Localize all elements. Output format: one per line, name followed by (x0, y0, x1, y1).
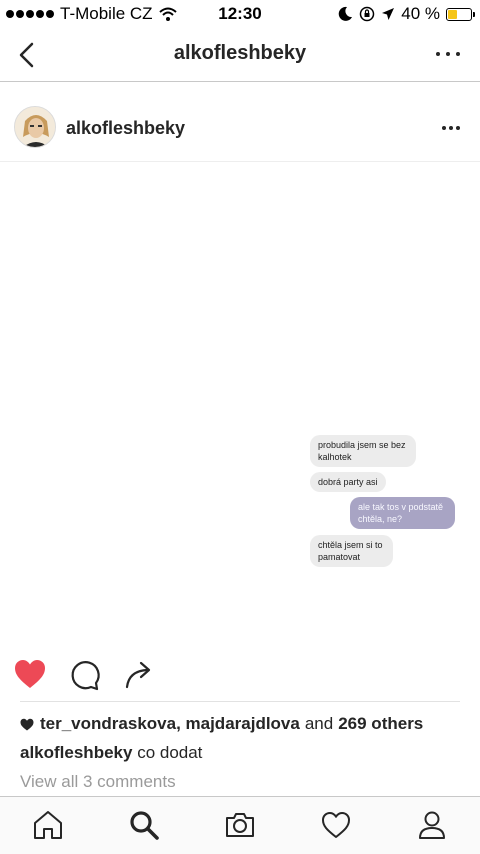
liked-by-names[interactable]: ter_vondraskova, majdarajdlova (40, 714, 300, 734)
status-left: T-Mobile CZ (6, 4, 177, 24)
comment-icon[interactable] (66, 656, 102, 692)
tab-bar (0, 796, 480, 854)
view-comments-link[interactable]: View all 3 comments (20, 772, 176, 792)
signal-icon (6, 10, 54, 18)
chat-bubble-incoming: chtěla jsem si to pamatovat (310, 535, 393, 567)
back-icon[interactable] (14, 40, 42, 70)
chat-bubble-incoming: dobrá party asi (310, 472, 386, 492)
more-icon[interactable] (436, 42, 460, 66)
battery-percent: 40 % (401, 4, 440, 23)
caption-text: co dodat (137, 743, 203, 762)
likes-line[interactable]: ter_vondraskova, majdarajdlova and 269 o… (20, 714, 423, 734)
heart-icon[interactable] (12, 656, 48, 692)
camera-icon[interactable] (224, 809, 256, 841)
avatar[interactable] (14, 106, 56, 148)
nav-title: alkofleshbeky (173, 42, 307, 64)
battery-icon (446, 7, 475, 21)
profile-icon[interactable] (416, 809, 448, 841)
avatar-image (15, 107, 55, 147)
chat-bubble-outgoing: ale tak tos v podstatě chtěla, ne? (350, 497, 455, 529)
search-icon[interactable] (128, 809, 160, 841)
home-icon[interactable] (32, 809, 64, 841)
activity-icon[interactable] (320, 809, 352, 841)
share-icon[interactable] (120, 656, 156, 692)
likes-and: and (304, 714, 334, 733)
caption-username[interactable]: alkofleshbeky (20, 743, 132, 762)
status-bar: T-Mobile CZ 12:30 40 % (0, 0, 480, 28)
likes-heart-icon (20, 718, 34, 730)
post-image[interactable]: probudila jsem se bez kalhotek dobrá par… (0, 163, 480, 643)
rotation-lock-icon (360, 6, 375, 22)
action-bar (0, 652, 480, 696)
divider (20, 701, 460, 702)
carrier-name: T-Mobile CZ (60, 4, 153, 23)
chat-bubble-incoming: probudila jsem se bez kalhotek (310, 435, 416, 467)
location-icon (382, 8, 395, 20)
post-more-icon[interactable] (442, 120, 460, 136)
likes-others[interactable]: 269 others (338, 714, 423, 734)
nav-bar: alkofleshbeky (0, 28, 480, 82)
caption: alkofleshbeky co dodat (20, 743, 202, 763)
battery-fill (448, 9, 457, 19)
post-header: alkofleshbeky (0, 100, 480, 162)
moon-icon (338, 6, 353, 21)
status-right: 40 % (337, 4, 475, 24)
wifi-icon (158, 7, 177, 21)
post-username[interactable]: alkofleshbeky (66, 118, 185, 139)
